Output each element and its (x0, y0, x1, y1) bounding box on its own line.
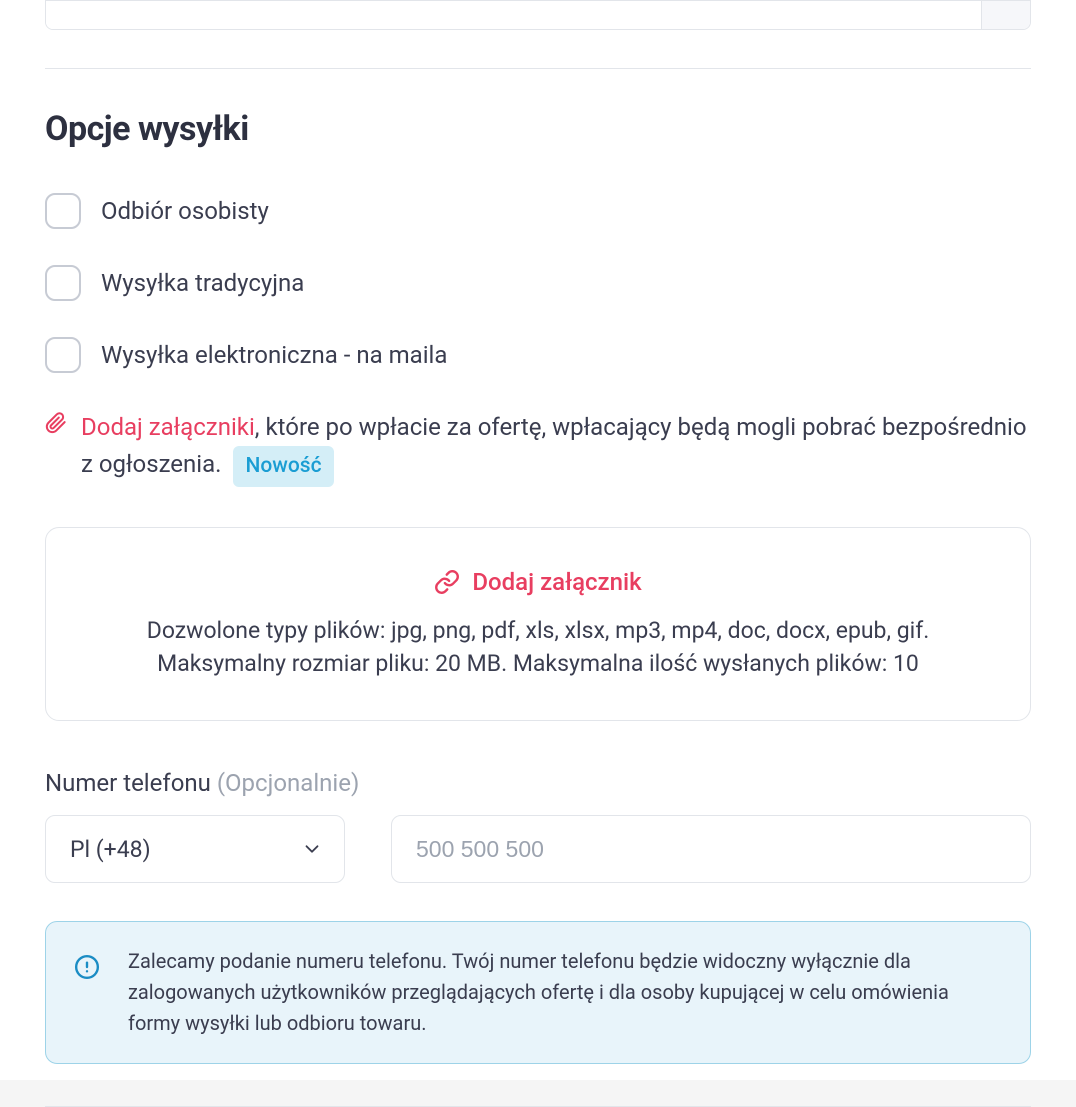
shipping-option-electronic: Wysyłka elektroniczna - na maila (45, 337, 1031, 373)
section-divider (45, 68, 1031, 69)
shipping-option-traditional: Wysyłka tradycyjna (45, 265, 1031, 301)
attachments-text: Dodaj załączniki, które po wpłacie za of… (81, 409, 1031, 487)
phone-info-banner: Zalecamy podanie numeru telefonu. Twój n… (45, 921, 1031, 1064)
country-code-select-wrapper: Pl (+48) (45, 815, 345, 883)
phone-optional-text: (Opcjonalnie) (217, 769, 360, 797)
checkbox-electronic[interactable] (45, 337, 81, 373)
quantity-suffix (981, 1, 1030, 29)
checkbox-traditional[interactable] (45, 265, 81, 301)
checkbox-label[interactable]: Wysyłka elektroniczna - na maila (101, 341, 447, 369)
add-attachments-link[interactable]: Dodaj załączniki (81, 413, 255, 441)
shipping-option-personal-pickup: Odbiór osobisty (45, 193, 1031, 229)
shipping-section-title: Opcje wysyłki (45, 109, 1031, 149)
info-icon (74, 954, 100, 980)
checkbox-label[interactable]: Wysyłka tradycyjna (101, 269, 304, 297)
phone-field-label: Numer telefonu (Opcjonalnie) (45, 769, 1031, 797)
checkbox-personal-pickup[interactable] (45, 193, 81, 229)
quantity-input[interactable] (46, 1, 981, 29)
checkbox-label[interactable]: Odbiór osobisty (101, 197, 269, 225)
country-code-value: Pl (+48) (70, 836, 151, 863)
phone-input-row: Pl (+48) (45, 815, 1031, 883)
info-banner-text: Zalecamy podanie numeru telefonu. Twój n… (128, 946, 1002, 1039)
allowed-types-text: Dozwolone typy plików: jpg, png, pdf, xl… (76, 614, 1000, 647)
phone-number-input[interactable] (391, 815, 1031, 883)
attachments-note: Dodaj załączniki, które po wpłacie za of… (45, 409, 1031, 487)
new-badge: Nowość (233, 446, 333, 487)
link-icon (434, 569, 460, 595)
form-page: Opcje wysyłki Odbiór osobisty Wysyłka tr… (0, 0, 1076, 1080)
max-size-text: Maksymalny rozmiar pliku: 20 MB. Maksyma… (76, 647, 1000, 680)
phone-label-text: Numer telefonu (45, 769, 211, 797)
add-attachment-label: Dodaj załącznik (472, 568, 641, 596)
country-code-select[interactable]: Pl (+48) (45, 815, 345, 883)
add-attachment-button[interactable]: Dodaj załącznik (434, 568, 641, 596)
quantity-input-row (45, 0, 1031, 30)
attachment-upload-box: Dodaj załącznik Dozwolone typy plików: j… (45, 527, 1031, 722)
paperclip-icon (45, 411, 67, 435)
